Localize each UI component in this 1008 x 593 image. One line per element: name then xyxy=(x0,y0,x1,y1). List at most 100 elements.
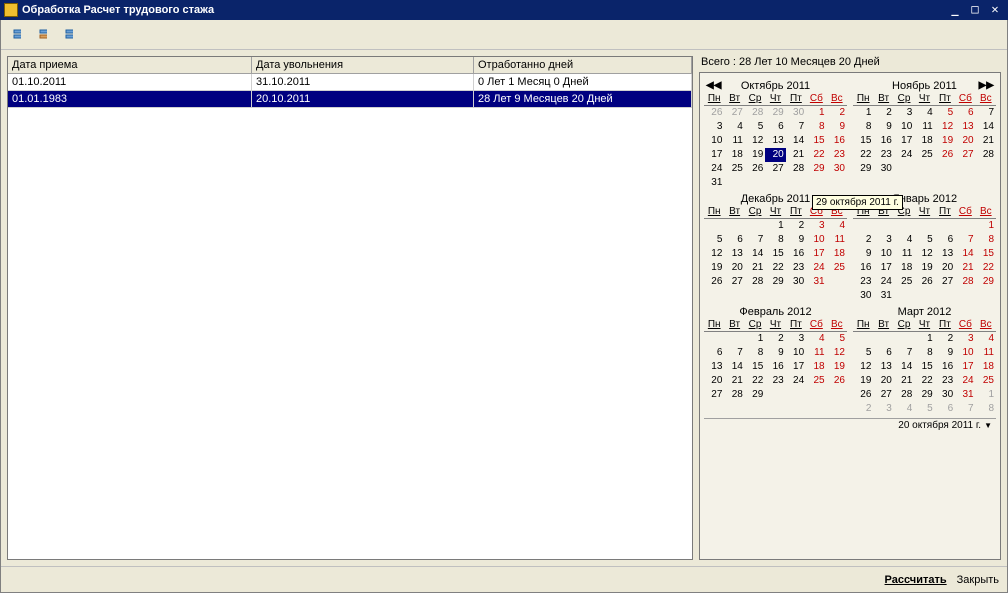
day-cell[interactable]: 11 xyxy=(724,134,744,148)
day-cell[interactable]: 28 xyxy=(745,275,765,289)
day-cell[interactable]: 12 xyxy=(935,120,955,134)
day-cell[interactable]: 16 xyxy=(786,247,806,261)
day-cell[interactable]: 30 xyxy=(853,289,873,303)
day-cell[interactable]: 15 xyxy=(806,134,826,148)
day-cell[interactable]: 12 xyxy=(914,247,934,261)
day-cell[interactable]: 25 xyxy=(914,148,934,162)
day-cell[interactable]: 13 xyxy=(724,247,744,261)
day-cell[interactable]: 2 xyxy=(765,332,785,346)
day-cell[interactable]: 15 xyxy=(914,360,934,374)
day-cell[interactable]: 27 xyxy=(704,388,724,402)
day-cell[interactable]: 18 xyxy=(724,148,744,162)
day-cell[interactable]: 9 xyxy=(853,247,873,261)
day-cell[interactable]: 13 xyxy=(704,360,724,374)
day-cell[interactable]: 20 xyxy=(935,261,955,275)
selected-date-bar[interactable]: 20 октября 2011 г. xyxy=(704,418,996,432)
day-cell[interactable]: 16 xyxy=(827,134,847,148)
day-cell[interactable]: 13 xyxy=(765,134,785,148)
day-cell[interactable]: 1 xyxy=(976,219,996,233)
day-cell[interactable]: 18 xyxy=(806,360,826,374)
day-cell[interactable]: 15 xyxy=(745,360,765,374)
col-hire[interactable]: Дата приема xyxy=(8,57,252,73)
table-row[interactable]: 01.01.198320.10.201128 Лет 9 Месяцев 20 … xyxy=(8,91,692,108)
day-cell[interactable]: 7 xyxy=(724,346,744,360)
day-cell[interactable]: 16 xyxy=(873,134,893,148)
day-cell[interactable]: 14 xyxy=(724,360,744,374)
day-cell[interactable]: 30 xyxy=(786,275,806,289)
day-cell[interactable]: 11 xyxy=(827,233,847,247)
day-cell[interactable]: 15 xyxy=(853,134,873,148)
day-cell[interactable]: 6 xyxy=(765,120,785,134)
day-cell[interactable]: 5 xyxy=(704,233,724,247)
day-cell[interactable]: 17 xyxy=(806,247,826,261)
day-cell[interactable]: 18 xyxy=(976,360,996,374)
day-cell[interactable]: 14 xyxy=(894,360,914,374)
day-cell[interactable]: 20 xyxy=(873,374,893,388)
day-cell[interactable]: 2 xyxy=(786,219,806,233)
day-cell[interactable]: 3 xyxy=(806,219,826,233)
day-cell[interactable]: 3 xyxy=(873,233,893,247)
day-cell[interactable]: 11 xyxy=(914,120,934,134)
day-cell[interactable]: 20 xyxy=(724,261,744,275)
day-cell[interactable]: 17 xyxy=(704,148,724,162)
day-cell[interactable]: 8 xyxy=(745,346,765,360)
day-cell[interactable]: 29 xyxy=(806,162,826,176)
day-cell[interactable]: 31 xyxy=(806,275,826,289)
day-cell[interactable]: 10 xyxy=(873,247,893,261)
day-cell[interactable]: 28 xyxy=(976,148,996,162)
day-cell[interactable]: 25 xyxy=(806,374,826,388)
day-cell[interactable]: 26 xyxy=(704,275,724,289)
day-cell[interactable]: 5 xyxy=(853,346,873,360)
day-cell[interactable]: 12 xyxy=(745,134,765,148)
day-cell[interactable]: 7 xyxy=(955,233,975,247)
day-cell[interactable]: 25 xyxy=(976,374,996,388)
day-cell[interactable]: 4 xyxy=(894,233,914,247)
day-cell[interactable]: 8 xyxy=(976,233,996,247)
day-cell[interactable]: 4 xyxy=(827,219,847,233)
day-cell[interactable]: 26 xyxy=(914,275,934,289)
col-fire[interactable]: Дата увольнения xyxy=(252,57,474,73)
day-cell[interactable]: 19 xyxy=(853,374,873,388)
day-cell[interactable]: 4 xyxy=(806,332,826,346)
day-cell[interactable]: 27 xyxy=(873,388,893,402)
close-button[interactable]: ✕ xyxy=(986,3,1004,17)
day-cell[interactable]: 30 xyxy=(935,388,955,402)
day-cell[interactable]: 1 xyxy=(806,106,826,120)
day-cell[interactable]: 17 xyxy=(786,360,806,374)
minimize-button[interactable]: _ xyxy=(946,3,964,17)
day-cell[interactable]: 31 xyxy=(873,289,893,303)
day-cell[interactable]: 19 xyxy=(935,134,955,148)
prev-month-button[interactable]: ◀◀ xyxy=(706,80,721,91)
day-cell[interactable]: 18 xyxy=(894,261,914,275)
day-cell[interactable]: 11 xyxy=(894,247,914,261)
day-cell[interactable]: 15 xyxy=(976,247,996,261)
day-cell[interactable]: 19 xyxy=(704,261,724,275)
day-cell[interactable]: 30 xyxy=(827,162,847,176)
close-link[interactable]: Закрыть xyxy=(957,574,999,586)
day-cell[interactable]: 6 xyxy=(873,346,893,360)
day-cell[interactable]: 3 xyxy=(704,120,724,134)
day-cell[interactable]: 24 xyxy=(786,374,806,388)
day-cell[interactable]: 21 xyxy=(976,134,996,148)
day-cell[interactable]: 23 xyxy=(853,275,873,289)
day-cell[interactable]: 8 xyxy=(853,120,873,134)
day-cell[interactable]: 27 xyxy=(765,162,785,176)
calculate-button[interactable]: Рассчитать xyxy=(885,574,947,586)
day-cell[interactable]: 10 xyxy=(894,120,914,134)
day-cell[interactable]: 16 xyxy=(765,360,785,374)
day-cell[interactable]: 19 xyxy=(914,261,934,275)
next-month-button[interactable]: ▶▶ xyxy=(979,80,994,91)
day-cell[interactable]: 6 xyxy=(955,106,975,120)
day-cell[interactable]: 9 xyxy=(873,120,893,134)
day-cell[interactable]: 10 xyxy=(806,233,826,247)
day-cell[interactable]: 24 xyxy=(806,261,826,275)
day-cell[interactable]: 8 xyxy=(914,346,934,360)
day-cell[interactable]: 14 xyxy=(786,134,806,148)
day-cell[interactable]: 22 xyxy=(853,148,873,162)
day-cell[interactable]: 2 xyxy=(853,233,873,247)
day-cell[interactable]: 9 xyxy=(765,346,785,360)
day-cell[interactable]: 23 xyxy=(765,374,785,388)
day-cell[interactable]: 21 xyxy=(724,374,744,388)
day-cell[interactable]: 29 xyxy=(976,275,996,289)
day-cell[interactable]: 28 xyxy=(894,388,914,402)
